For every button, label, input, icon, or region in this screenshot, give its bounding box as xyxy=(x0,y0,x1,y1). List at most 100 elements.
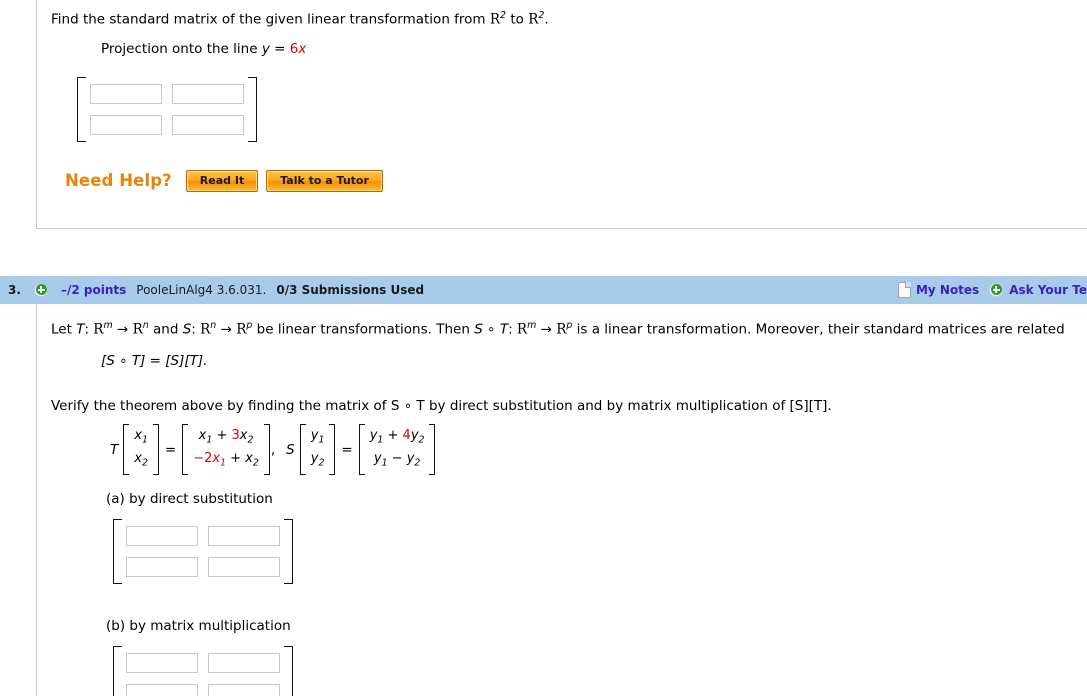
subprompt-text: Projection onto the line xyxy=(101,40,262,57)
answer-input-r2c1[interactable] xyxy=(90,114,162,135)
need-help-bar: Need Help? Read It Talk to a Tutor xyxy=(51,142,1087,192)
T-input-x2: x xyxy=(134,450,142,466)
reals-symbol-domain: R xyxy=(489,11,501,28)
part-b-input-r1c2[interactable] xyxy=(208,653,280,674)
answer-input-r1c1[interactable] xyxy=(90,83,162,104)
submissions-used: 0/3 Submissions Used xyxy=(276,282,425,297)
T-out-r2-x2-sub: 2 xyxy=(252,457,259,469)
part-a-answer-matrix xyxy=(113,519,293,585)
T-out-r1-plus: + xyxy=(212,428,232,443)
composition-S: S xyxy=(474,321,483,337)
reals-Rn-2: R xyxy=(200,321,211,337)
question-3-header-bar: 3. –/2 points PooleLinAlg4 3.6.031. 0/3 … xyxy=(0,275,1087,304)
part-b-answer-matrix xyxy=(113,646,293,696)
question-code: PooleLinAlg4 3.6.031. xyxy=(136,282,267,297)
reals-Rm: R xyxy=(93,321,104,337)
ask-your-teacher-link[interactable]: Ask Your Te xyxy=(1009,283,1087,297)
part-b-input-r1c1[interactable] xyxy=(126,653,198,674)
arrow: → xyxy=(112,321,133,337)
S-input-y-sub2: 2 xyxy=(318,457,325,469)
T-out-r2-x: x xyxy=(212,450,221,466)
question-3-body: Let T: Rm → Rn and S: Rn → Rp be linear … xyxy=(36,303,1087,696)
composition-circ: ∘ xyxy=(482,321,500,337)
notes-page-icon xyxy=(897,281,911,298)
S-output-vector: y1 + 4y2 y1 − y2 xyxy=(358,424,436,476)
part-a-answer-area xyxy=(51,507,1087,585)
T-out-r2-x2: x xyxy=(245,450,253,466)
S-out-r1-y2: y xyxy=(410,428,419,443)
S-out-r1-coefficient: 4 xyxy=(402,428,411,443)
reals-Rp-2: R xyxy=(556,321,567,337)
part-a-input-r1c2[interactable] xyxy=(208,526,280,547)
T-out-r1-coefficient: 3 xyxy=(231,428,240,443)
need-help-label: Need Help? xyxy=(65,171,172,190)
colon: : xyxy=(191,321,201,337)
equals-sign-S: = xyxy=(341,441,353,458)
part-a-label: (a) by direct substitution xyxy=(106,491,273,508)
theorem-mid-text: be linear transformations. Then xyxy=(252,321,475,337)
question-2-prompt: Find the standard matrix of the given li… xyxy=(51,0,1087,30)
S-out-r2-y: y xyxy=(373,450,382,466)
question-2-body: Find the standard matrix of the given li… xyxy=(36,0,1087,228)
identity-equation: [S ∘ T] = [S][T]. xyxy=(101,353,208,369)
header-actions: My Notes Ask Your Te xyxy=(897,276,1087,304)
question-2-subprompt: Projection onto the line y = 6x xyxy=(51,30,1087,59)
S-input-vector: y1 y2 xyxy=(299,424,336,476)
answer-input-r2c2[interactable] xyxy=(172,114,244,135)
read-it-button[interactable]: Read It xyxy=(185,169,259,192)
reals-Rm-2: R xyxy=(516,321,528,337)
S-out-r1-y2-sub: 2 xyxy=(418,434,425,446)
expand-plus-icon[interactable] xyxy=(34,282,48,297)
S-out-r1-plus: + xyxy=(383,428,403,443)
question-2-answer-area xyxy=(51,59,1087,142)
exponent-m-2: m xyxy=(527,319,537,331)
label-S: S xyxy=(286,441,295,458)
reals-Rn: R xyxy=(132,321,143,337)
ask-teacher-plus-icon[interactable] xyxy=(989,282,1004,297)
verify-instruction: Verify the theorem above by finding the … xyxy=(51,371,1087,416)
subprompt-variable-y: y xyxy=(261,40,270,57)
matrix-row xyxy=(126,526,280,547)
reals-symbol-codomain: R xyxy=(528,11,539,28)
arrow: → xyxy=(216,321,237,337)
part-b-input-r2c2[interactable] xyxy=(208,684,280,696)
T-output-vector: x1 + 3x2 −2x1 + x2 xyxy=(182,424,270,476)
matrix-row xyxy=(126,653,280,674)
T-input-vector: x1 x2 xyxy=(123,424,159,476)
conjunction-and: and xyxy=(148,321,183,337)
definitions-comma: , xyxy=(270,441,276,458)
theorem-identity: [S ∘ T] = [S][T]. xyxy=(51,339,1087,371)
exponent-m: m xyxy=(103,319,113,331)
colon: : xyxy=(508,321,517,337)
T-out-r1-x2-sub: 2 xyxy=(247,434,254,446)
part-b-label: (b) by matrix multiplication xyxy=(106,618,291,635)
question-2-answer-matrix xyxy=(77,76,257,142)
question-number: 3. xyxy=(8,282,21,297)
part-a-input-r2c2[interactable] xyxy=(208,557,280,578)
S-out-r2-minus: − xyxy=(387,450,407,466)
part-a-input-r2c1[interactable] xyxy=(126,557,198,578)
matrix-row xyxy=(90,114,244,135)
matrix-row xyxy=(126,557,280,578)
S-out-r2-y2-sub: 2 xyxy=(414,457,421,469)
T-out-r2-coefficient: −2 xyxy=(193,450,213,466)
my-notes-link[interactable]: My Notes xyxy=(916,283,979,297)
T-input-x-sub2: 2 xyxy=(141,457,148,469)
label-T: T xyxy=(110,441,119,458)
T-out-r2-plus: + xyxy=(226,450,246,466)
answer-input-r1c2[interactable] xyxy=(172,83,244,104)
T-input-x: x xyxy=(134,428,142,443)
equals-sign-T: = xyxy=(164,441,177,458)
part-a-input-r1c1[interactable] xyxy=(126,526,198,547)
transformation-S: S xyxy=(182,321,192,337)
assignment-page: Find the standard matrix of the given li… xyxy=(0,0,1087,696)
matrix-row xyxy=(90,83,244,104)
colon: : xyxy=(84,321,94,337)
prompt-text-end: . xyxy=(544,11,549,28)
part-b-input-r2c1[interactable] xyxy=(126,684,198,696)
transformation-definitions: T x1 x2 = x1 + 3x2 −2x1 + x2 , S y1 y2 =… xyxy=(51,416,1087,476)
verify-instruction-text: Verify the theorem above by finding the … xyxy=(51,398,832,414)
talk-to-a-tutor-button[interactable]: Talk to a Tutor xyxy=(266,169,383,192)
